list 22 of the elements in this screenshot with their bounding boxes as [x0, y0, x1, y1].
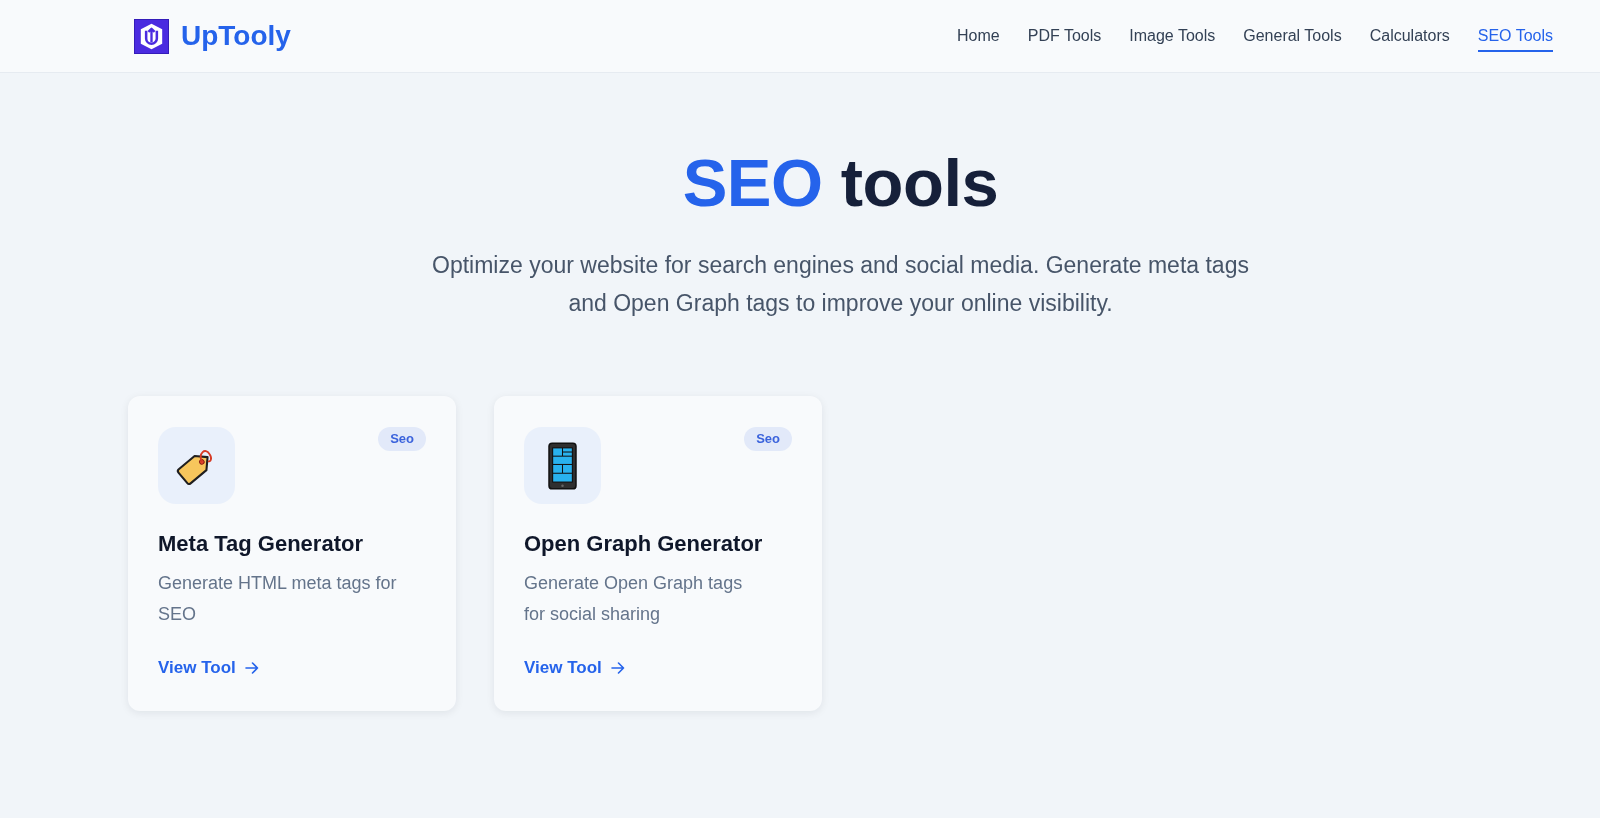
nav-link[interactable]: Calculators — [1369, 26, 1450, 52]
arrow-right-icon — [610, 662, 625, 674]
page-title: SEO tools — [682, 144, 999, 222]
card-description: Generate HTML meta tags for SEO — [158, 572, 398, 626]
card-description: Generate Open Graph tags for social sharing — [524, 572, 744, 626]
category-badge: Seo — [378, 427, 426, 451]
card-title: Open Graph Generator — [524, 530, 764, 558]
category-badge: Seo — [744, 427, 792, 451]
nav-link[interactable]: SEO Tools — [1477, 26, 1553, 52]
nav-link[interactable]: Home — [957, 26, 1000, 52]
nav-link[interactable]: General Tools — [1243, 26, 1342, 52]
card-title: Meta Tag Generator — [158, 530, 364, 558]
logo-icon — [134, 18, 169, 54]
nav-link[interactable]: Image Tools — [1129, 26, 1216, 52]
page-subtitle: Optimize your website for search engines and social media. Generate meta tags and Open Graph tags to improve your online visibility. — [431, 251, 1250, 318]
view-tool-link[interactable]: View Tool — [158, 656, 259, 680]
nav-link[interactable]: PDF Tools — [1027, 26, 1102, 52]
tag-icon — [158, 427, 235, 504]
view-tool-link[interactable]: View Tool — [524, 656, 625, 680]
arrow-right-icon — [244, 662, 259, 674]
phone-icon — [524, 427, 601, 504]
brand-name[interactable]: UpTooly — [181, 20, 291, 52]
